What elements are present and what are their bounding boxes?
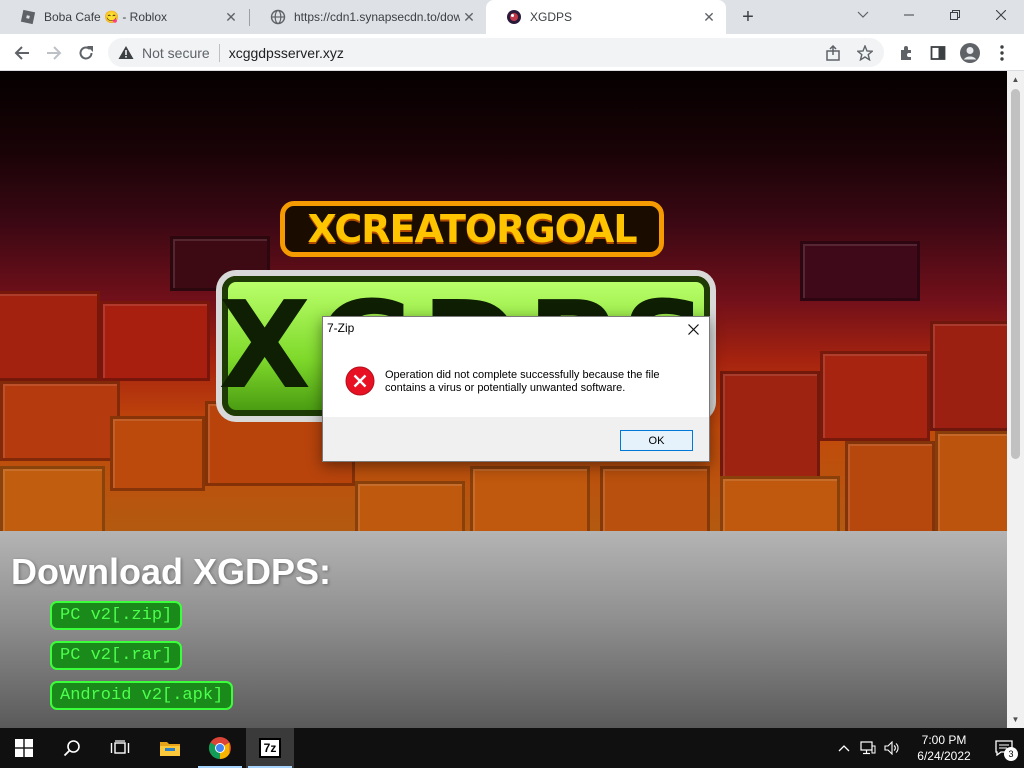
- tab-title: Boba Cafe 😋 - Roblox: [44, 10, 167, 24]
- close-dialog-icon[interactable]: [683, 319, 703, 339]
- forward-icon[interactable]: [40, 39, 68, 67]
- downloads-section: Download XGDPS: PC v2[.zip] PC v2[.rar] …: [0, 531, 1007, 728]
- volume-icon[interactable]: [880, 728, 904, 768]
- hero-banner: XCREATORGOAL XGDPS: [0, 71, 1007, 531]
- 7zip-icon[interactable]: 7z: [246, 728, 294, 768]
- error-icon: [345, 366, 375, 396]
- file-explorer-icon[interactable]: [146, 728, 194, 768]
- address-bar[interactable]: Not secure xcggdpsserver.xyz: [108, 38, 884, 67]
- dialog-body: Operation did not complete successfully …: [323, 339, 709, 417]
- new-tab-button[interactable]: +: [736, 5, 760, 29]
- tab-synapsecdn[interactable]: https://cdn1.synapsecdn.to/dow ✕: [250, 0, 486, 34]
- minimize-icon[interactable]: [886, 0, 932, 30]
- background-brick: [0, 291, 100, 381]
- 7zip-error-dialog: 7-Zip Operation did not complete success…: [322, 316, 710, 462]
- dialog-message: Operation did not complete successfully …: [385, 369, 660, 394]
- background-brick: [355, 481, 465, 531]
- share-icon[interactable]: [823, 43, 843, 63]
- not-secure-warning-icon[interactable]: [118, 45, 136, 60]
- clock-date: 6/24/2022: [917, 749, 971, 763]
- background-brick: [845, 441, 935, 531]
- background-brick: [720, 476, 840, 531]
- tab-roblox[interactable]: Boba Cafe 😋 - Roblox ✕: [0, 0, 248, 34]
- security-label[interactable]: Not secure: [142, 45, 210, 61]
- tab-title: XGDPS: [530, 10, 573, 24]
- back-icon[interactable]: [8, 39, 36, 67]
- url-text[interactable]: xcggdpsserver.xyz: [229, 45, 344, 61]
- download-pc-rar-button[interactable]: PC v2[.rar]: [50, 641, 183, 670]
- browser-toolbar: Not secure xcggdpsserver.xyz: [0, 34, 1024, 71]
- search-icon[interactable]: [48, 728, 96, 768]
- tab-strip: Boba Cafe 😋 - Roblox ✕ https://cdn1.syna…: [0, 0, 1024, 34]
- notification-count-badge: 3: [1004, 747, 1018, 761]
- chrome-icon[interactable]: [196, 728, 244, 768]
- background-brick: [110, 416, 205, 491]
- dialog-title: 7-Zip: [327, 321, 355, 335]
- background-brick: [600, 466, 710, 531]
- omnibox-divider: [218, 43, 220, 62]
- tab-search-icon[interactable]: [840, 0, 886, 30]
- background-brick: [820, 351, 930, 441]
- system-tray: 7:00 PM 6/24/2022 3: [832, 728, 1024, 768]
- start-icon[interactable]: [0, 728, 48, 768]
- background-brick: [800, 241, 920, 301]
- scroll-down-arrow-icon[interactable]: ▼: [1007, 711, 1024, 728]
- close-tab-icon[interactable]: ✕: [222, 8, 240, 26]
- restore-icon[interactable]: [932, 0, 978, 30]
- close-window-icon[interactable]: [978, 0, 1024, 30]
- globe-icon: [270, 9, 286, 25]
- xgdps-icon: [506, 9, 522, 25]
- profile-avatar-icon[interactable]: [956, 39, 984, 67]
- 7zip-icon-label: 7z: [259, 738, 281, 758]
- extensions-icon[interactable]: [892, 39, 920, 67]
- clock-time: 7:00 PM: [921, 733, 967, 747]
- dialog-titlebar[interactable]: 7-Zip: [323, 317, 709, 339]
- windows-taskbar: 7z 7:00 PM 6/24/2022 3: [0, 728, 1024, 768]
- background-brick: [930, 321, 1007, 431]
- reload-icon[interactable]: [72, 39, 100, 67]
- download-pc-zip-button[interactable]: PC v2[.zip]: [50, 601, 183, 630]
- scroll-up-arrow-icon[interactable]: ▲: [1007, 71, 1024, 88]
- page-scrollbar[interactable]: ▲ ▼: [1007, 71, 1024, 728]
- tab-title: https://cdn1.synapsecdn.to/dow: [294, 10, 460, 24]
- side-panel-icon[interactable]: [924, 39, 952, 67]
- dialog-footer: OK: [323, 417, 709, 461]
- background-brick: [720, 371, 820, 481]
- scroll-thumb[interactable]: [1011, 89, 1020, 459]
- background-brick: [100, 301, 210, 381]
- task-view-icon[interactable]: [96, 728, 144, 768]
- close-tab-icon[interactable]: ✕: [700, 8, 718, 26]
- ok-button[interactable]: OK: [620, 430, 693, 451]
- clock[interactable]: 7:00 PM 6/24/2022: [904, 732, 984, 764]
- download-title: Download XGDPS:: [11, 551, 332, 592]
- network-icon[interactable]: [856, 728, 880, 768]
- menu-kebab-icon[interactable]: [988, 39, 1016, 67]
- download-android-apk-button[interactable]: Android v2[.apk]: [50, 681, 234, 710]
- background-brick: [0, 466, 105, 531]
- tab-xgdps[interactable]: XGDPS ✕: [486, 0, 726, 34]
- chevron-up-icon[interactable]: [832, 728, 856, 768]
- roblox-icon: [20, 9, 36, 25]
- background-brick: [0, 381, 120, 461]
- close-tab-icon[interactable]: ✕: [460, 8, 478, 26]
- background-brick: [935, 431, 1007, 531]
- action-center-icon[interactable]: 3: [984, 728, 1024, 768]
- background-brick: [470, 466, 590, 531]
- bookmark-star-icon[interactable]: [855, 43, 875, 63]
- xcreatorgoal-logo: XCREATORGOAL: [280, 201, 664, 257]
